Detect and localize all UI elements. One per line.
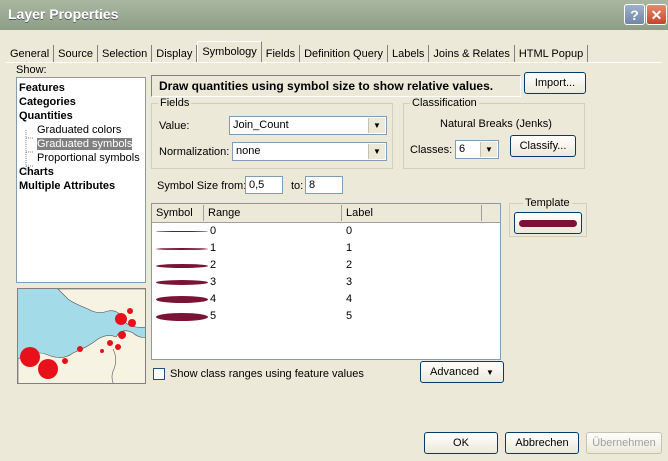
column-symbol[interactable]: Symbol [152, 205, 204, 221]
normalization-label: Normalization: [159, 146, 230, 158]
chevron-down-icon: ▼ [368, 118, 385, 133]
table-row[interactable]: 00 [152, 223, 482, 240]
symbol-size-from-label: Symbol Size from: [157, 180, 247, 192]
range-cell[interactable]: 0 [210, 223, 216, 240]
range-cell[interactable]: 2 [210, 257, 216, 274]
value-select[interactable]: Join_Count ▼ [229, 116, 387, 135]
tab-selection[interactable]: Selection [98, 45, 153, 62]
close-button[interactable]: ✕ [646, 4, 667, 25]
show-item-categories[interactable]: Categories [17, 95, 145, 109]
range-cell[interactable]: 4 [210, 291, 216, 308]
symbol-size-to-input[interactable]: 8 [305, 176, 343, 194]
tree-lines [25, 130, 34, 176]
tab-joins-relates[interactable]: Joins & Relates [429, 45, 515, 62]
preview-map [17, 288, 146, 384]
template-symbol-swatch [519, 220, 577, 227]
tab-symbology[interactable]: Symbology [197, 41, 262, 62]
symbol-line [156, 280, 208, 285]
graduated-symbol[interactable] [154, 257, 210, 274]
classes-select-text: 6 [459, 143, 466, 155]
graduated-symbol[interactable] [154, 240, 210, 257]
tab-fields[interactable]: Fields [262, 45, 301, 62]
help-button[interactable]: ? [624, 4, 645, 25]
classification-method: Natural Breaks (Jenks) [440, 118, 552, 130]
symbol-line [156, 248, 208, 250]
show-class-ranges-label: Show class ranges using feature values [170, 368, 364, 380]
classify-button[interactable]: Classify... [510, 135, 576, 157]
symbol-line [156, 264, 208, 268]
normalization-select-text: none [236, 145, 261, 157]
range-cell[interactable]: 5 [210, 308, 216, 325]
show-item-graduated-symbols[interactable]: Graduated symbols [37, 138, 133, 150]
graduated-symbol[interactable] [154, 291, 210, 308]
show-class-ranges-checkbox[interactable] [153, 368, 165, 380]
symbol-table-header: Symbol Range Label [152, 204, 500, 223]
advanced-button-label: Advanced [430, 366, 479, 378]
table-row[interactable]: 55 [152, 308, 482, 325]
label-cell[interactable]: 5 [346, 308, 352, 325]
description-text: Draw quantities using symbol size to sho… [159, 79, 494, 93]
template-symbol-button[interactable] [514, 212, 582, 234]
label-cell[interactable]: 0 [346, 223, 352, 240]
cancel-button[interactable]: Abbrechen [505, 432, 579, 454]
graduated-symbol[interactable] [154, 308, 210, 325]
symbol-line [156, 313, 208, 321]
symbol-size-to-label: to: [291, 180, 304, 192]
show-label: Show: [16, 64, 47, 76]
label-cell[interactable]: 3 [346, 274, 352, 291]
tab-source[interactable]: Source [54, 45, 98, 62]
table-row[interactable]: 44 [152, 291, 482, 308]
value-select-text: Join_Count [233, 119, 289, 131]
value-label: Value: [159, 120, 190, 132]
range-cell[interactable]: 1 [210, 240, 216, 257]
normalization-select[interactable]: none ▼ [232, 142, 387, 161]
range-cell[interactable]: 3 [210, 274, 216, 291]
classes-select[interactable]: 6 ▼ [455, 140, 499, 159]
table-row[interactable]: 11 [152, 240, 482, 257]
tab-definition-query[interactable]: Definition Query [300, 45, 388, 62]
ok-button[interactable]: OK [424, 432, 498, 454]
window-title: Layer Properties [8, 6, 119, 22]
apply-button[interactable]: Übernehmen [586, 432, 662, 454]
show-item-quantities[interactable]: Quantities [17, 109, 145, 123]
chevron-down-icon: ▼ [486, 368, 494, 377]
tab-general[interactable]: General [6, 45, 55, 62]
classification-group-label: Classification [410, 97, 479, 109]
column-range[interactable]: Range [204, 205, 342, 221]
chevron-down-icon: ▼ [480, 142, 497, 157]
fields-group-label: Fields [158, 97, 192, 109]
symbol-size-from-input[interactable]: 0,5 [245, 176, 283, 194]
column-label[interactable]: Label [342, 205, 482, 221]
table-row[interactable]: 22 [152, 257, 482, 274]
tab-strip: General Source Selection Display Symbolo… [6, 41, 589, 62]
symbol-table-body: 001122334455 [152, 223, 482, 359]
label-cell[interactable]: 4 [346, 291, 352, 308]
tab-display[interactable]: Display [152, 45, 198, 62]
show-item-features[interactable]: Features [17, 81, 145, 95]
symbol-line [156, 231, 208, 232]
tab-panel-border [6, 62, 662, 63]
label-cell[interactable]: 1 [346, 240, 352, 257]
classes-label: Classes: [410, 144, 453, 156]
template-label: Template [523, 197, 572, 209]
symbol-table[interactable]: Symbol Range Label 001122334455 [151, 203, 501, 360]
graduated-symbol[interactable] [154, 274, 210, 291]
graduated-symbol[interactable] [154, 223, 210, 240]
table-row[interactable]: 33 [152, 274, 482, 291]
tab-html-popup[interactable]: HTML Popup [515, 45, 589, 62]
chevron-down-icon: ▼ [368, 144, 385, 159]
advanced-button[interactable]: Advanced ▼ [420, 361, 504, 383]
label-cell[interactable]: 2 [346, 257, 352, 274]
symbol-line [156, 296, 208, 303]
import-button[interactable]: Import... [524, 72, 586, 94]
tab-labels[interactable]: Labels [388, 45, 430, 62]
